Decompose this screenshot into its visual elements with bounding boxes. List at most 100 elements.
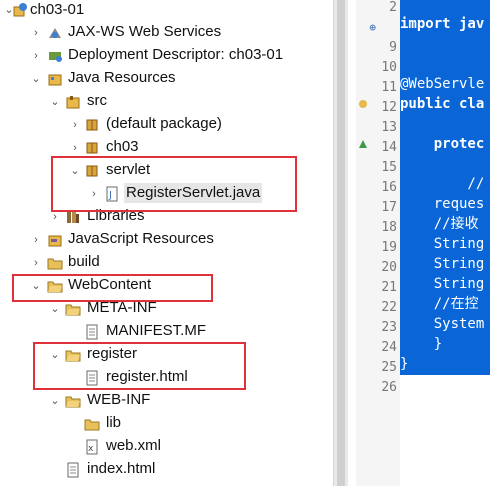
line-number: 17 [381, 200, 397, 215]
tree-row-web-inf[interactable]: ⌄ WEB-INF [0, 389, 333, 412]
index-html-label: index.html [87, 460, 156, 477]
manifest-label: MANIFEST.MF [106, 322, 206, 339]
web-xml-label: web.xml [106, 437, 162, 454]
code-line: protec [400, 136, 485, 152]
line-number: 20 [381, 260, 397, 275]
project-label: ch03-01 [30, 1, 85, 18]
line-number: 22 [381, 300, 397, 315]
svg-text:x: x [88, 444, 94, 454]
package-icon [84, 117, 100, 133]
code-line: System [400, 316, 485, 332]
code-line: public cla [400, 96, 485, 112]
folder-icon [84, 416, 100, 432]
code-line: //接收 [400, 216, 479, 232]
javascript-resources-icon [47, 232, 63, 248]
tree-row-manifest[interactable]: MANIFEST.MF [0, 320, 333, 343]
web-project-icon [12, 2, 28, 18]
folder-open-icon [65, 393, 81, 409]
line-number: 23 [381, 320, 397, 335]
java-resources-icon [47, 71, 63, 87]
tree-row-deployment[interactable]: › Deployment Descriptor: ch03-01 [0, 44, 333, 67]
tree-row-java-resources[interactable]: ⌄ Java Resources [0, 67, 333, 90]
code-line: String [400, 236, 485, 252]
code-line: } [400, 336, 443, 352]
chevron-right-icon[interactable]: › [49, 211, 61, 223]
lib-label: lib [106, 414, 122, 431]
deployment-descriptor-icon [47, 48, 63, 64]
folder-open-icon [65, 301, 81, 317]
line-number: 15 [381, 160, 397, 175]
line-number: 11 [381, 80, 397, 95]
package-icon [84, 140, 100, 156]
line-number: 21 [381, 280, 397, 295]
chevron-right-icon[interactable]: › [30, 50, 42, 62]
highlight-box-servlet [51, 156, 297, 212]
tree-row-src[interactable]: ⌄ src [0, 90, 333, 113]
line-number: 14 [381, 140, 397, 155]
annotation-ruler [356, 0, 370, 486]
source-folder-icon [65, 94, 81, 110]
ch03-label: ch03 [106, 138, 139, 155]
text-file-icon [84, 324, 100, 340]
js-resources-label: JavaScript Resources [68, 230, 214, 247]
code-line: String [400, 256, 485, 272]
line-number: 26 [381, 380, 397, 395]
chevron-down-icon[interactable]: ⌄ [49, 96, 61, 108]
override-marker-icon [358, 136, 368, 148]
default-package-label: (default package) [106, 115, 222, 132]
build-label: build [68, 253, 100, 270]
chevron-right-icon[interactable]: › [30, 27, 42, 39]
tree-row-lib[interactable]: lib [0, 412, 333, 435]
editor-margin [348, 0, 356, 486]
code-line: reques [400, 196, 485, 212]
chevron-down-icon[interactable]: ⌄ [30, 73, 42, 85]
code-line: // [400, 176, 485, 192]
tree-row-build[interactable]: › build [0, 251, 333, 274]
line-number: 24 [381, 340, 397, 355]
tree-row-js-resources[interactable]: › JavaScript Resources [0, 228, 333, 251]
code-editor-selection[interactable]: import jav @WebServle public cla protec … [400, 0, 490, 375]
line-number: 2 [389, 0, 397, 15]
tree-row-default-package[interactable]: › (default package) [0, 113, 333, 136]
folder-icon [47, 255, 63, 271]
chevron-down-icon[interactable]: ⌄ [49, 303, 61, 315]
project-explorer: ⌄ ch03-01 › JAX-WS Web Services › Deploy… [0, 0, 333, 486]
line-number: 19 [381, 240, 397, 255]
fold-expand-icon[interactable]: ⊕ [364, 18, 376, 38]
chevron-right-icon[interactable]: › [69, 142, 81, 154]
line-number: 13 [381, 120, 397, 135]
java-resources-label: Java Resources [68, 69, 176, 86]
line-number: 10 [381, 60, 397, 75]
view-splitter[interactable] [333, 0, 349, 486]
line-number: 18 [381, 220, 397, 235]
src-label: src [87, 92, 107, 109]
html-file-icon [65, 462, 81, 478]
tree-row-jaxws[interactable]: › JAX-WS Web Services [0, 21, 333, 44]
jaxws-label: JAX-WS Web Services [68, 23, 222, 40]
line-number: 16 [381, 180, 397, 195]
chevron-right-icon[interactable]: › [30, 257, 42, 269]
web-inf-label: WEB-INF [87, 391, 151, 408]
code-line: @WebServle [400, 76, 485, 92]
tree-row-index-html[interactable]: index.html [0, 458, 333, 481]
splitter-thumb[interactable] [337, 0, 345, 486]
line-number: 9 [389, 40, 397, 55]
chevron-right-icon[interactable]: › [69, 119, 81, 131]
code-line: import jav [400, 16, 485, 32]
highlight-box-webcontent [12, 274, 213, 302]
chevron-right-icon[interactable]: › [30, 234, 42, 246]
highlight-box-register [33, 342, 246, 390]
line-number-gutter: 2 ⊕ 9 10 11 12 13 14 15 16 17 18 19 20 2… [369, 0, 400, 486]
chevron-down-icon[interactable]: ⌄ [49, 395, 61, 407]
xml-file-icon: x [84, 439, 100, 455]
code-line: String [400, 276, 485, 292]
code-line: } [400, 356, 409, 372]
deployment-label: Deployment Descriptor: ch03-01 [68, 46, 284, 63]
warning-marker-icon [358, 96, 368, 108]
tree-row-web-xml[interactable]: x web.xml [0, 435, 333, 458]
webservices-icon [47, 25, 63, 41]
tree-row-project[interactable]: ⌄ ch03-01 [0, 0, 333, 21]
line-number: 25 [381, 360, 397, 375]
line-number: 12 [381, 100, 397, 115]
code-line: //在控 [400, 296, 479, 312]
